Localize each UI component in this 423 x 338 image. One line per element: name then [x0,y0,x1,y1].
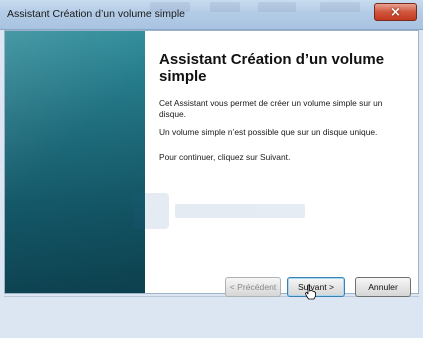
watermark-bar [175,204,305,218]
previous-button[interactable]: < Précédent [225,277,281,297]
title-bar-blur [210,2,240,12]
hand-cursor-icon [305,284,316,300]
window-title: Assistant Création d’un volume simple [7,8,185,20]
close-button[interactable]: × [374,3,417,21]
intro-paragraph: Cet Assistant vous permet de créer un vo… [159,98,383,119]
cancel-button[interactable]: Annuler [355,277,411,297]
banner-sheen [5,31,145,293]
wizard-heading: Assistant Création d’un volume simple [159,51,385,85]
close-icon: × [390,4,401,20]
title-bar[interactable]: Assistant Création d’un volume simple × [0,0,423,30]
watermark-mark [133,193,169,229]
wizard-side-banner [5,31,145,293]
info-paragraph: Un volume simple n’est possible que sur … [159,127,378,137]
title-bar-blur [258,2,296,12]
continue-paragraph: Pour continuer, cliquez sur Suivant. [159,152,291,162]
watermark-logo [133,191,333,231]
title-bar-blur [320,2,360,12]
wizard-content: Assistant Création d’un volume simple Ce… [4,30,419,294]
